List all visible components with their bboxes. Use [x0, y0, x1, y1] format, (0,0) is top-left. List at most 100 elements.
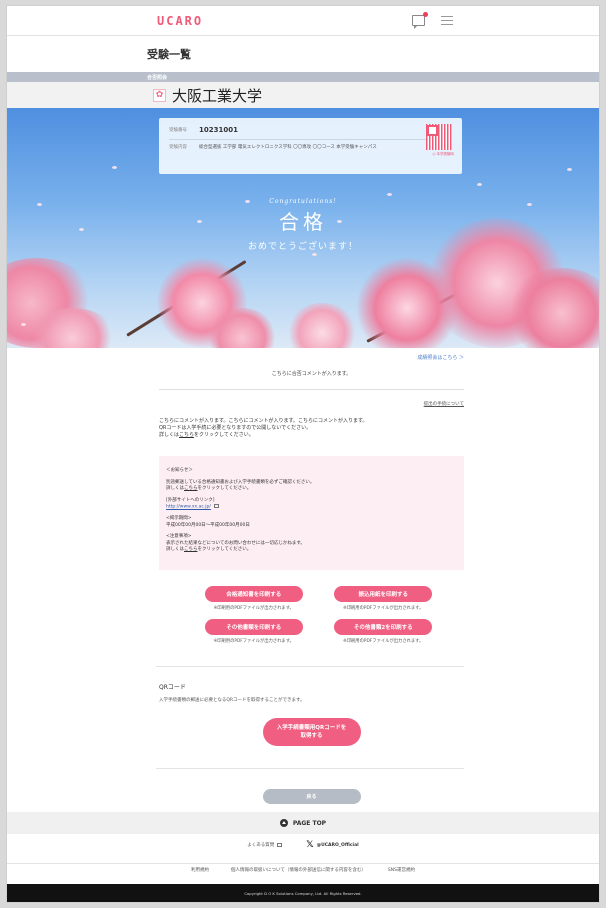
back-button[interactable]: 戻る — [262, 789, 361, 804]
petal-icon — [567, 168, 572, 171]
caution-link[interactable]: こちら — [184, 547, 198, 552]
x-logo-icon: 𝕏 — [306, 840, 314, 850]
print-cell: その他書類を印刷する ※印刷用のPDFファイルが出力されます。 — [189, 619, 319, 644]
petal-icon — [387, 193, 392, 196]
qr-section-title: QRコード — [159, 684, 186, 691]
notice-prefix: 詳しくは — [166, 486, 184, 491]
caution-block: <注意事項> 表示された結果などについてのお問い合わせには一切応じかねます。 詳… — [166, 534, 457, 554]
score-inquiry-link[interactable]: 成績照会はこちら ＞ — [159, 348, 464, 361]
external-link-icon — [277, 842, 283, 847]
print-button-grid: 合格通知書を印刷する ※印刷用のPDFファイルが出力されます。 振込用紙を印刷す… — [159, 586, 464, 644]
notification-icon[interactable] — [412, 12, 428, 29]
print-pass-notice-button[interactable]: 合格通知書を印刷する — [204, 586, 303, 602]
exam-number-row: 受験番号 10231001 — [169, 126, 452, 134]
caution-label: <注意事項> — [166, 534, 192, 539]
faq-link[interactable]: よくある質問 — [247, 842, 283, 848]
print-note: ※印刷用のPDFファイルが出力されます。 — [343, 606, 424, 611]
notice-suffix: をクリックしてください。 — [197, 486, 252, 491]
result-sub-message: おめでとうございます！ — [247, 242, 358, 252]
detail-prefix: 詳しくは — [159, 432, 180, 438]
result-hero: 受験番号 10231001 受験内容 総合型選抜 工学部 電気エレクトロニクス学… — [7, 108, 599, 348]
site-header: UCARO — [7, 6, 599, 36]
header-icons — [412, 12, 453, 29]
copyright-bar: Copyright D O K Solutions Company, Ltd. … — [7, 884, 599, 902]
hamburger-menu-icon[interactable] — [441, 16, 453, 25]
print-cell: その他書類2を印刷する ※印刷用のPDFファイルが出力されます。 — [319, 619, 449, 644]
faq-label: よくある質問 — [247, 843, 275, 848]
external-link[interactable]: http://www.xx.ac.jp/ — [166, 505, 211, 510]
external-link-label: [外部サイトへのリンク] — [166, 497, 215, 503]
university-name: 大阪工業大学 — [172, 86, 263, 105]
detail-link[interactable]: こちら — [179, 432, 194, 438]
petal-icon — [312, 253, 317, 256]
sns-handle: @UCARO_Official — [316, 842, 359, 848]
notice-body: 別途郵送している合格通知書および入学手続書類を必ずご確認ください。 詳しくはこち… — [166, 480, 457, 493]
privacy-link[interactable]: 個人情報の取扱いについて（情報の外部送信に関する内容を含む） — [231, 867, 366, 873]
print-other-documents-2-button[interactable]: その他書類2を印刷する — [334, 619, 433, 635]
petal-icon — [477, 183, 482, 186]
divider — [156, 768, 464, 769]
petal-icon — [112, 166, 117, 169]
exam-number: 10231001 — [199, 126, 238, 134]
print-note: ※印刷用のPDFファイルが出力されます。 — [343, 639, 424, 644]
qr-section-description: 入学手続書類の郵送に必要となるQRコードを取得することができます。 — [159, 698, 305, 703]
print-payment-slip-button[interactable]: 振込用紙を印刷する — [334, 586, 433, 602]
copyright-text: Copyright D O K Solutions Company, Ltd. … — [244, 890, 362, 896]
detail-line: 詳しくはこちらをクリックしてください。 — [159, 432, 464, 439]
status-label: 合否照会 — [147, 74, 168, 81]
exam-detail-row: 受験内容 総合型選抜 工学部 電気エレクトロニクス学科 〇〇専攻 〇〇コース 本… — [169, 144, 452, 151]
terms-link[interactable]: 利用規約 — [191, 867, 209, 873]
exam-info-card: 受験番号 10231001 受験内容 総合型選抜 工学部 電気エレクトロニクス学… — [159, 118, 462, 174]
caution-suffix: をクリックしてください。 — [197, 547, 252, 552]
page-frame: UCARO 受験一覧 合否照会 ✿ 大阪工業大学 受験番号 10231001 受… — [6, 5, 600, 903]
divider — [159, 389, 464, 390]
result-comment: こちらに合否コメントが入ります。 — [271, 371, 352, 377]
exam-number-label: 受験番号 — [169, 128, 187, 133]
page-title: 受験一覧 — [147, 48, 191, 61]
status-bar: 合否照会 — [7, 72, 599, 82]
get-qr-code-button[interactable]: 入学手続書類用QRコードを取得する — [262, 718, 361, 746]
divider — [156, 666, 464, 667]
petal-icon — [21, 323, 26, 326]
page-title-row: 受験一覧 — [7, 36, 599, 72]
print-cell: 合格通知書を印刷する ※印刷用のPDFファイルが出力されます。 — [189, 586, 319, 611]
university-emblem-icon: ✿ — [153, 88, 166, 102]
comment-block: こちらにコメントが入ります。こちらにコメントが入ります。こちらにコメントが入りま… — [159, 418, 464, 439]
page-top-button[interactable]: PAGE TOP — [7, 812, 599, 834]
result-message: Congratulations! 合格 おめでとうございます！ — [7, 198, 599, 252]
notification-badge-icon — [423, 12, 428, 17]
card-divider — [169, 139, 429, 140]
arrow-up-icon — [279, 819, 288, 827]
exam-detail-label: 受験内容 — [169, 145, 187, 150]
notice-line: 別途郵送している合格通知書および入学手続書類を必ずご確認ください。 — [166, 479, 315, 485]
notice-link[interactable]: こちら — [184, 486, 198, 491]
print-note: ※印刷用のPDFファイルが出力されます。 — [213, 606, 294, 611]
print-other-documents-button[interactable]: その他書類を印刷する — [204, 619, 303, 635]
sns-link[interactable]: 𝕏 @UCARO_Official — [306, 840, 358, 850]
footer-links: よくある質問 𝕏 @UCARO_Official — [7, 840, 599, 850]
comment-line: こちらにコメントが入ります。こちらにコメントが入ります。こちらにコメントが入りま… — [159, 418, 368, 424]
print-note: ※印刷用のPDFファイルが出力されます。 — [213, 639, 294, 644]
print-cell: 振込用紙を印刷する ※印刷用のPDFファイルが出力されます。 — [319, 586, 449, 611]
comment-line: QRコードは入学手続に必要となりますので公開しないでください。 — [159, 425, 312, 431]
cherry-blossom — [287, 303, 357, 348]
ucaro-logo[interactable]: UCARO — [157, 14, 203, 28]
entry-procedure-link[interactable]: 提出の手続について — [159, 401, 464, 407]
caution-prefix: 詳しくは — [166, 547, 184, 552]
caution-text: 表示された結果などについてのお問い合わせには一切応じかねます。 — [166, 540, 305, 546]
period-block: <掲示期間> 平成00年00月00日～平成00年00月00日 — [166, 516, 457, 529]
notice-heading: ＜お知らせ＞ — [166, 468, 193, 473]
footer-nav: 利用規約 個人情報の取扱いについて（情報の外部送信に関する内容を含む） SNS運… — [7, 867, 599, 873]
qr-code-icon[interactable] — [426, 124, 452, 150]
university-row: ✿ 大阪工業大学 — [7, 82, 599, 108]
external-link-block: [外部サイトへのリンク] http://www.xx.ac.jp/ — [166, 498, 457, 512]
result-label: 合格 — [279, 210, 327, 234]
notice-box: ＜お知らせ＞ 別途郵送している合格通知書および入学手続書類を必ずご確認ください。… — [159, 456, 464, 570]
detail-suffix: をクリックしてください。 — [194, 432, 254, 438]
sns-policy-link[interactable]: SNS運営規約 — [388, 867, 415, 873]
congrats-text: Congratulations! — [269, 198, 337, 205]
period-label: <掲示期間> — [166, 516, 192, 521]
external-link-icon — [213, 504, 219, 508]
exam-detail: 総合型選抜 工学部 電気エレクトロニクス学科 〇〇専攻 〇〇コース 本学受験キャ… — [199, 145, 377, 150]
footer-divider — [7, 863, 599, 864]
